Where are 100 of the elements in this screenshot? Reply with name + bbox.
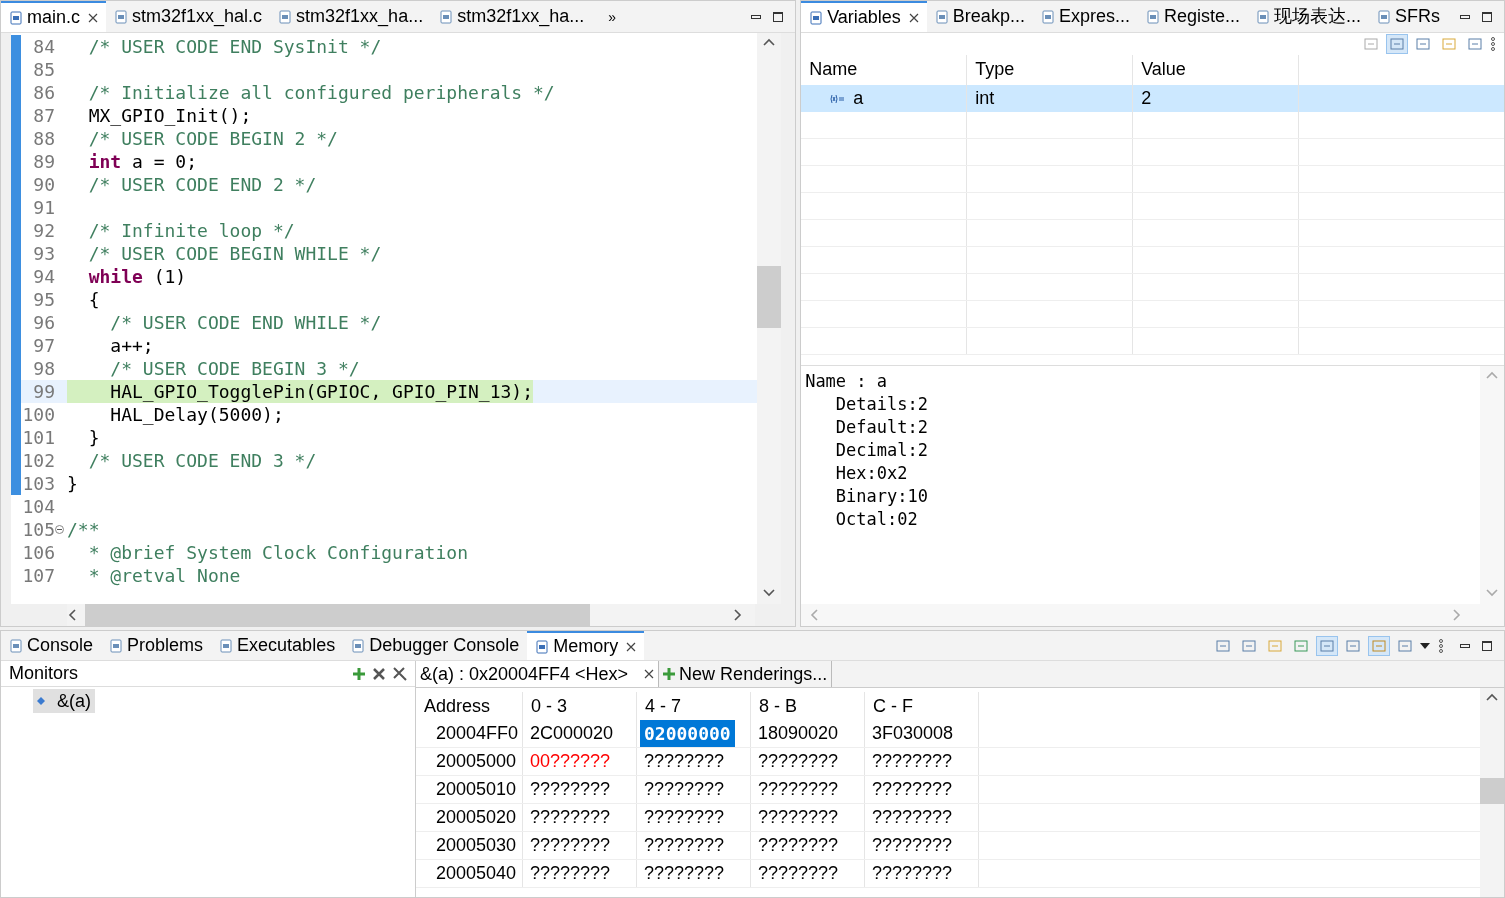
maximize-icon[interactable] bbox=[1482, 640, 1492, 651]
line-number: 103 bbox=[21, 472, 55, 495]
column-header[interactable]: 8 - B bbox=[751, 692, 865, 720]
memory-cell[interactable]: ???????? bbox=[640, 860, 729, 887]
view-tab[interactable]: stm32f1xx_ha... bbox=[270, 1, 432, 32]
minimize-icon[interactable] bbox=[1460, 643, 1470, 648]
memory-cell[interactable]: ???????? bbox=[754, 860, 843, 887]
memory-cell[interactable]: ???????? bbox=[640, 748, 729, 775]
view-tab[interactable]: Executables bbox=[211, 631, 344, 660]
memory-cell[interactable]: ???????? bbox=[640, 804, 729, 831]
code-text: /* USER CODE BEGIN WHILE */ bbox=[87, 242, 382, 265]
code-text: /* USER CODE END 2 */ bbox=[87, 173, 317, 196]
view-tab[interactable]: 现场表达... bbox=[1248, 1, 1369, 32]
view-tab[interactable]: stm32f1xx_hal.c bbox=[106, 1, 271, 32]
detail-line: Name : a bbox=[805, 370, 888, 393]
view-tab[interactable]: Expres... bbox=[1032, 1, 1138, 32]
memory-cell[interactable]: ???????? bbox=[640, 832, 729, 859]
rendering-tab[interactable]: &(a) : 0x20004FF4 <Hex> bbox=[416, 661, 660, 687]
address-cell-text: 20005040 bbox=[435, 862, 518, 885]
memory-cell[interactable]: 18090020 bbox=[754, 720, 843, 747]
scrollbar-thumb[interactable] bbox=[1480, 778, 1504, 804]
detail-line: Decimal:2 bbox=[834, 439, 928, 462]
memory-cell[interactable]: ???????? bbox=[868, 804, 957, 831]
memory-cell[interactable]: ???????? bbox=[868, 748, 957, 775]
address-cell-text: 20005030 bbox=[435, 834, 518, 857]
remove-all-icon[interactable] bbox=[393, 666, 407, 681]
more-icon[interactable] bbox=[1490, 37, 1496, 51]
view-tab[interactable]: Debugger Console bbox=[343, 631, 528, 660]
memory-cell[interactable]: ???????? bbox=[754, 832, 843, 859]
memory-cell[interactable]: 00?????? bbox=[526, 748, 615, 775]
rendering-tab[interactable]: New Renderings... bbox=[659, 661, 833, 687]
variable-row[interactable]: a int 2 bbox=[801, 85, 1504, 112]
code-text: /* USER CODE BEGIN 3 */ bbox=[109, 357, 360, 380]
code-text: /* USER CODE END 3 */ bbox=[87, 449, 317, 472]
maximize-icon[interactable] bbox=[773, 11, 784, 22]
memory-cell[interactable]: ???????? bbox=[640, 776, 729, 803]
table-cell-text: 2 bbox=[1141, 87, 1152, 110]
memory-cell[interactable]: ???????? bbox=[526, 860, 615, 887]
code-text: /** bbox=[67, 518, 100, 541]
line-number: 91 bbox=[32, 196, 55, 219]
memory-cell[interactable]: 02000000 bbox=[640, 720, 735, 747]
memory-cell[interactable]: ???????? bbox=[868, 776, 957, 803]
line-number: 107 bbox=[21, 564, 55, 587]
more-icon[interactable] bbox=[1438, 638, 1444, 653]
variable-icon bbox=[829, 93, 846, 104]
column-header[interactable]: Address bbox=[416, 692, 523, 720]
view-tab[interactable]: SFRs bbox=[1369, 1, 1448, 32]
maximize-icon[interactable] bbox=[1482, 11, 1492, 22]
code-text: } bbox=[67, 472, 78, 495]
detail-line: Default:2 bbox=[834, 416, 928, 439]
detail-line: Hex:0x2 bbox=[834, 462, 908, 485]
address-cell-text: 20004FF0 bbox=[435, 722, 520, 745]
close-icon[interactable] bbox=[644, 669, 655, 679]
minimize-icon[interactable] bbox=[1460, 14, 1470, 19]
line-number: 104 bbox=[21, 495, 55, 518]
close-icon[interactable] bbox=[908, 12, 919, 23]
memory-cell[interactable]: ???????? bbox=[754, 776, 843, 803]
memory-cell[interactable]: 2C000020 bbox=[526, 720, 618, 747]
remove-icon[interactable] bbox=[373, 667, 385, 680]
code-text: { bbox=[87, 288, 100, 311]
more-tabs[interactable]: » bbox=[592, 6, 633, 27]
code-text: } bbox=[87, 426, 100, 449]
diamond-icon bbox=[37, 697, 45, 705]
view-tab[interactable]: Variables bbox=[801, 1, 927, 32]
memory-cell[interactable]: 3F030008 bbox=[868, 720, 958, 747]
view-tab[interactable]: Memory bbox=[527, 631, 645, 660]
table-cell-text: a bbox=[853, 87, 864, 110]
view-tab[interactable]: Console bbox=[1, 631, 102, 660]
close-icon[interactable] bbox=[626, 641, 637, 652]
memory-cell[interactable]: ???????? bbox=[868, 860, 957, 887]
collapse-icon[interactable] bbox=[55, 525, 64, 534]
monitor-item[interactable]: &(a) bbox=[33, 689, 95, 713]
memory-cell[interactable]: ???????? bbox=[754, 748, 843, 775]
line-number: 94 bbox=[32, 265, 55, 288]
minimize-icon[interactable] bbox=[751, 14, 762, 19]
address-cell-text: 20005000 bbox=[435, 750, 518, 773]
memory-cell[interactable]: ???????? bbox=[526, 804, 615, 831]
scrollbar-thumb[interactable] bbox=[85, 604, 590, 626]
column-header[interactable]: 0 - 3 bbox=[523, 692, 637, 720]
memory-cell[interactable]: ???????? bbox=[526, 832, 615, 859]
line-number: 84 bbox=[32, 35, 55, 58]
column-header[interactable]: C - F bbox=[865, 692, 979, 720]
address-cell-text: 20005020 bbox=[435, 806, 518, 829]
memory-cell[interactable]: ???????? bbox=[868, 832, 957, 859]
line-number: 85 bbox=[32, 58, 55, 81]
memory-cell[interactable]: ???????? bbox=[526, 776, 615, 803]
view-tab[interactable]: stm32f1xx_ha... bbox=[431, 1, 593, 32]
view-tab[interactable]: main.c bbox=[1, 1, 106, 32]
view-tab[interactable]: Registe... bbox=[1137, 1, 1248, 32]
dropdown-icon[interactable] bbox=[1420, 642, 1430, 649]
scrollbar-thumb[interactable] bbox=[757, 266, 782, 328]
close-icon[interactable] bbox=[88, 12, 98, 23]
view-tab[interactable]: Breakp... bbox=[926, 1, 1033, 32]
line-number: 90 bbox=[32, 173, 55, 196]
line-number: 99 bbox=[32, 380, 55, 403]
line-number: 101 bbox=[21, 426, 55, 449]
memory-cell[interactable]: ???????? bbox=[754, 804, 843, 831]
view-tab[interactable]: Problems bbox=[101, 631, 212, 660]
add-icon[interactable] bbox=[353, 667, 365, 680]
code-text: MX_GPIO_Init(); bbox=[87, 104, 252, 127]
